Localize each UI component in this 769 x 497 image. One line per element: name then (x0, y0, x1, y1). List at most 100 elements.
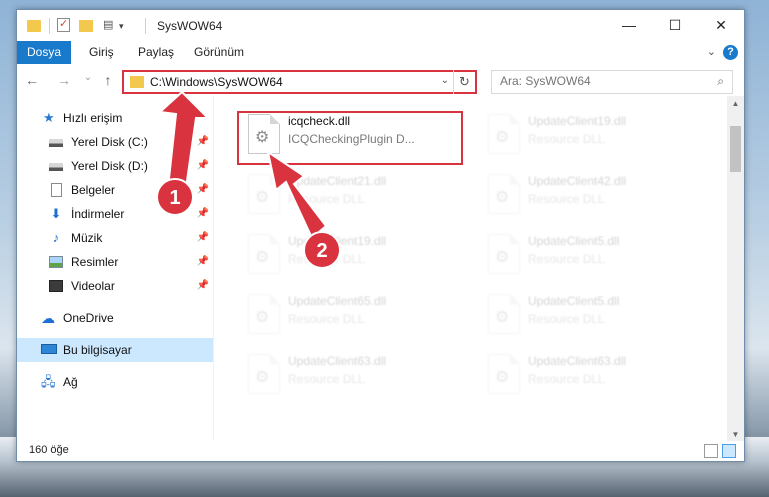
item-count: 160 öğe (29, 444, 69, 456)
file-name: UpdateClient63.dll (528, 354, 627, 368)
tab-file[interactable]: Dosya (17, 41, 71, 64)
drive-icon (49, 139, 63, 147)
scroll-up-icon[interactable]: ▲ (727, 96, 744, 112)
vertical-scrollbar[interactable]: ▲ ▼ (727, 96, 744, 443)
navigation-pane: ★ Hızlı erişim Yerel Disk (C:) 📌 Yerel D… (17, 102, 213, 442)
dll-file-icon: ⚙ (488, 354, 520, 394)
tab-view[interactable]: Görünüm (194, 41, 244, 64)
computer-icon (41, 344, 57, 354)
folder-icon (27, 20, 41, 32)
sidebar-item-quick-access[interactable]: ★ Hızlı erişim (17, 106, 213, 130)
sidebar-item-downloads[interactable]: ⬇ İndirmeler 📌 (17, 202, 213, 226)
file-item[interactable]: ⚙ UpdateClient42.dll Resource DLL (478, 168, 698, 220)
forward-button[interactable]: → (55, 72, 73, 88)
navigation-bar: ← → ⌄ ↑ C:\Windows\SysWOW64 ⌄ ↻ ⌕ (17, 68, 744, 96)
quick-access-dropdown-icon[interactable]: ▾ (119, 21, 124, 37)
properties-icon[interactable] (57, 17, 70, 32)
dll-file-icon: ⚙ (488, 294, 520, 334)
address-path[interactable]: C:\Windows\SysWOW64 (150, 75, 283, 89)
help-icon[interactable]: ? (723, 45, 738, 60)
search-input[interactable] (500, 74, 700, 88)
recent-locations-icon[interactable]: ⌄ (79, 72, 97, 83)
drive-icon (49, 163, 63, 171)
file-type: Resource DLL (288, 252, 365, 266)
scroll-thumb[interactable] (730, 126, 741, 172)
sidebar-item-documents[interactable]: Belgeler 📌 (17, 178, 213, 202)
sidebar-item-onedrive[interactable]: ☁ OneDrive (17, 306, 213, 330)
pin-icon[interactable]: 📌 (197, 130, 209, 154)
toolbar-separator (49, 18, 50, 34)
sidebar-item-label: Ağ (63, 375, 78, 389)
star-icon: ★ (43, 110, 55, 125)
pin-icon[interactable]: 📌 (197, 226, 209, 250)
back-button[interactable]: ← (23, 72, 41, 88)
file-name: UpdateClient63.dll (288, 354, 387, 368)
dll-file-icon: ⚙ (488, 174, 520, 214)
file-name: UpdateClient5.dll (528, 234, 620, 248)
documents-icon (51, 183, 62, 197)
explorer-window: ▤ ▾ SysWOW64 — ☐ ✕ Dosya Giriş Paylaş Gö… (16, 9, 745, 462)
sidebar-item-videos[interactable]: Videolar 📌 (17, 274, 213, 298)
sidebar-item-label: Hızlı erişim (63, 111, 123, 125)
sidebar-item-label: Bu bilgisayar (63, 343, 132, 357)
file-item[interactable]: ⚙ UpdateClient19.dll Resource DLL (478, 108, 698, 160)
videos-icon (49, 280, 63, 292)
downloads-icon: ⬇ (50, 206, 62, 221)
file-type: Resource DLL (528, 372, 605, 386)
file-type: Resource DLL (528, 312, 605, 326)
file-item[interactable]: ⚙ UpdateClient5.dll Resource DLL (478, 228, 698, 280)
highlight-box (237, 111, 463, 165)
pin-icon[interactable]: 📌 (197, 274, 209, 298)
tab-home[interactable]: Giriş (89, 41, 114, 64)
pin-icon[interactable]: 📌 (197, 178, 209, 202)
ribbon-expand-icon[interactable]: ⌄ (707, 45, 716, 58)
folder-icon (130, 76, 144, 88)
search-icon[interactable]: ⌕ (717, 74, 724, 89)
file-item[interactable]: ⚙ UpdateClient21.dll Resource DLL (238, 168, 458, 220)
dll-file-icon: ⚙ (488, 114, 520, 154)
sidebar-item-local-disk-d[interactable]: Yerel Disk (D:) 📌 (17, 154, 213, 178)
dll-file-icon: ⚙ (488, 234, 520, 274)
refresh-button[interactable]: ↻ (453, 70, 475, 94)
details-view-icon[interactable] (704, 444, 718, 458)
search-box[interactable]: ⌕ (491, 70, 733, 94)
sidebar-item-network[interactable]: 🖧 Ağ (17, 370, 213, 394)
sidebar-item-label: OneDrive (63, 311, 114, 325)
file-name: UpdateClient21.dll (288, 174, 387, 188)
file-item[interactable]: ⚙ UpdateClient63.dll Resource DLL (478, 348, 698, 400)
new-folder-icon[interactable] (79, 20, 93, 32)
maximize-button[interactable]: ☐ (652, 10, 698, 41)
sidebar-item-label: İndirmeler (71, 207, 125, 221)
status-bar: 160 öğe (17, 441, 744, 461)
file-item[interactable]: ⚙ UpdateClient65.dll Resource DLL (238, 288, 458, 340)
sidebar-item-this-pc[interactable]: Bu bilgisayar (17, 338, 213, 362)
address-bar[interactable]: C:\Windows\SysWOW64 ⌄ ↻ (122, 70, 477, 94)
large-icons-view-icon[interactable] (722, 444, 736, 458)
file-item[interactable]: ⚙ UpdateClient63.dll Resource DLL (238, 348, 458, 400)
file-item[interactable]: ⚙ UpdateClient5.dll Resource DLL (478, 288, 698, 340)
sidebar-item-label: Videolar (71, 279, 115, 293)
file-item[interactable]: ⚙ UpdateClient19.dll Resource DLL (238, 228, 458, 280)
sidebar-item-label: Yerel Disk (D:) (71, 159, 148, 173)
sidebar-item-label: Belgeler (71, 183, 116, 197)
up-button[interactable]: ↑ (99, 72, 117, 88)
sidebar-item-music[interactable]: ♪ Müzik 📌 (17, 226, 213, 250)
sidebar-item-pictures[interactable]: Resimler 📌 (17, 250, 213, 274)
sidebar-item-local-disk-c[interactable]: Yerel Disk (C:) 📌 (17, 130, 213, 154)
customize-icon[interactable]: ▤ (103, 18, 117, 32)
pin-icon[interactable]: 📌 (197, 202, 209, 226)
ribbon: Dosya Giriş Paylaş Görünüm ⌄ ? (17, 41, 744, 64)
onedrive-icon: ☁ (41, 310, 55, 326)
music-icon: ♪ (52, 230, 60, 245)
window-title: SysWOW64 (157, 19, 223, 33)
tab-share[interactable]: Paylaş (138, 41, 174, 64)
address-dropdown-icon[interactable]: ⌄ (441, 75, 449, 86)
file-name: UpdateClient42.dll (528, 174, 627, 188)
pictures-icon (49, 256, 63, 268)
close-button[interactable]: ✕ (698, 10, 744, 41)
pin-icon[interactable]: 📌 (197, 154, 209, 178)
pin-icon[interactable]: 📌 (197, 250, 209, 274)
minimize-button[interactable]: — (606, 10, 652, 41)
file-type: Resource DLL (528, 192, 605, 206)
dll-file-icon: ⚙ (248, 234, 280, 274)
